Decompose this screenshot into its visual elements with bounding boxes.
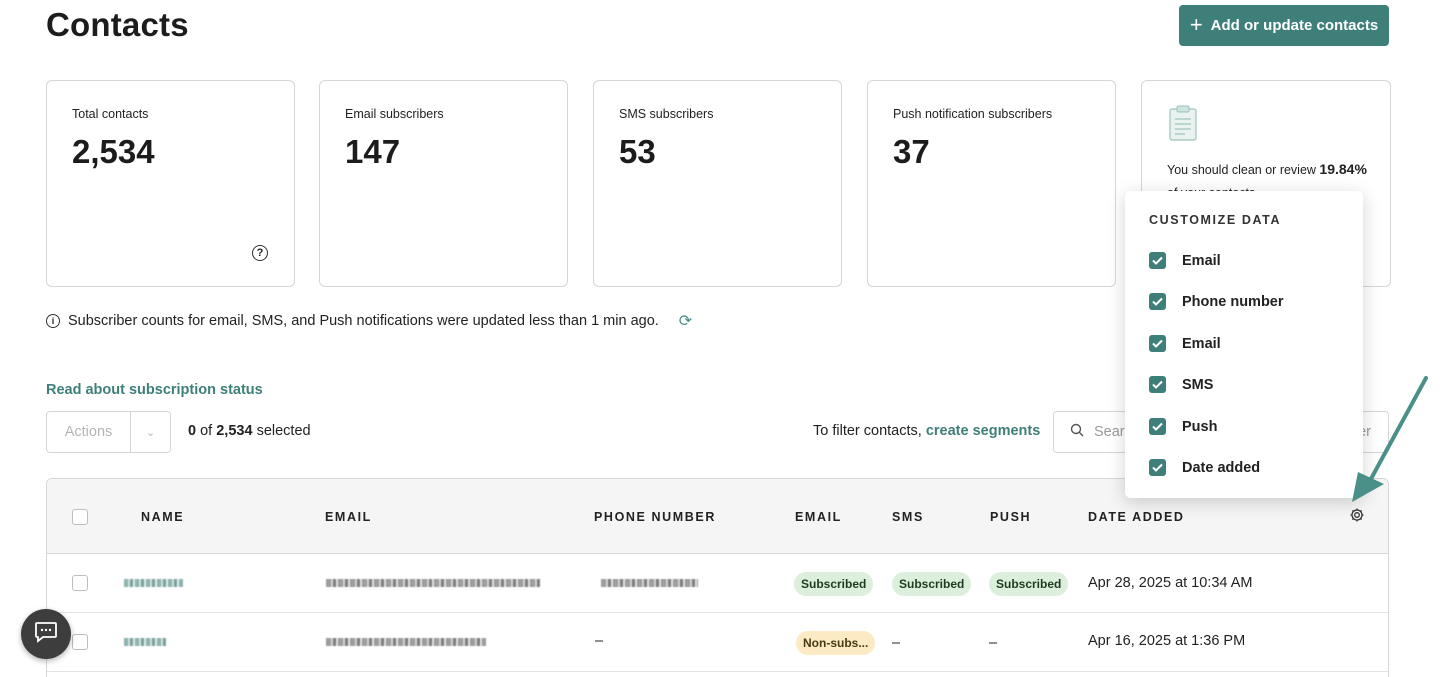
redacted-email [326, 638, 486, 646]
page-title: Contacts [46, 6, 189, 43]
refresh-icon[interactable]: ⟳ [679, 311, 692, 331]
redacted-email [326, 579, 540, 587]
selected-count: 0 of 2,534 selected [188, 423, 311, 439]
stat-label: Email subscribers [345, 107, 444, 121]
redacted-name[interactable] [124, 579, 183, 587]
row-checkbox[interactable] [72, 634, 88, 650]
date-added: Apr 16, 2025 at 1:36 PM [1088, 633, 1246, 649]
column-header-phone[interactable]: PHONE NUMBER [594, 510, 716, 524]
chat-icon[interactable] [34, 621, 58, 648]
popover-title: CUSTOMIZE DATA [1149, 213, 1282, 227]
customize-item-sms[interactable]: SMS [1149, 376, 1213, 393]
date-added: Apr 28, 2025 at 10:34 AM [1088, 575, 1253, 591]
column-header-name[interactable]: NAME [141, 510, 184, 524]
sms-status: – [892, 635, 901, 651]
status-badge: Non-subs... [796, 631, 876, 655]
status-badge: Subscribed [989, 572, 1069, 596]
clean-percent: 19.84% [1319, 161, 1367, 177]
stat-value: 2,534 [72, 133, 155, 170]
customize-item-email[interactable]: Email [1149, 252, 1221, 269]
actions-dropdown[interactable]: Actions ⌄ [46, 411, 171, 453]
stat-card-email-subscribers: Email subscribers 147 [319, 80, 568, 287]
row-checkbox[interactable] [72, 575, 88, 591]
stat-label: SMS subscribers [619, 107, 714, 121]
customize-data-popover: CUSTOMIZE DATA Email Phone number Email … [1125, 191, 1363, 498]
stat-label: Total contacts [72, 107, 149, 121]
chevron-down-icon[interactable]: ⌄ [131, 412, 170, 452]
stat-card-sms-subscribers: SMS subscribers 53 [593, 80, 842, 287]
column-header-sms[interactable]: SMS [892, 510, 924, 524]
stat-card-total-contacts: Total contacts 2,534 ? [46, 80, 295, 287]
select-all-checkbox[interactable] [72, 509, 88, 525]
check-icon[interactable] [1149, 418, 1166, 435]
search-placeholder: Sear [1094, 424, 1125, 440]
stat-value: 147 [345, 133, 401, 170]
redacted-phone [601, 579, 698, 587]
subscriber-info: i Subscriber counts for email, SMS, and … [46, 311, 692, 331]
customize-item-phone-number[interactable]: Phone number [1149, 293, 1284, 310]
filter-hint: To filter contacts, create segments [813, 423, 1041, 439]
stat-label: Push notification subscribers [893, 107, 1053, 121]
read-subscription-status-link[interactable]: Read about subscription status [46, 382, 263, 398]
add-or-update-contacts-button[interactable]: + Add or update contacts [1179, 5, 1389, 46]
column-header-push[interactable]: PUSH [990, 510, 1031, 524]
push-status: – [989, 635, 998, 651]
search-icon [1070, 423, 1084, 441]
column-header-date-added[interactable]: DATE ADDED [1088, 510, 1185, 524]
table-row[interactable]: – Non-subs... – – Apr 16, 2025 at 1:36 P… [47, 613, 1388, 672]
phone-number: – [595, 633, 604, 649]
arrow-annotation [1352, 376, 1428, 502]
column-header-email-status[interactable]: EMAIL [795, 510, 842, 524]
stat-value: 53 [619, 133, 656, 170]
check-icon[interactable] [1149, 335, 1166, 352]
stat-card-push-subscribers: Push notification subscribers 37 [867, 80, 1116, 287]
info-message: Subscriber counts for email, SMS, and Pu… [68, 313, 659, 329]
status-badge: Subscribed [794, 572, 874, 596]
table-row[interactable]: Subscribed Subscribed Subscribed Apr 28,… [47, 554, 1388, 613]
info-icon: i [46, 314, 60, 328]
clipboard-icon [1168, 105, 1198, 146]
status-badge: Subscribed [892, 572, 972, 596]
plus-icon: + [1189, 11, 1203, 37]
check-icon[interactable] [1149, 376, 1166, 393]
stat-value: 37 [893, 133, 930, 170]
create-segments-link[interactable]: create segments [926, 423, 1040, 439]
add-button-label: Add or update contacts [1210, 17, 1379, 34]
check-icon[interactable] [1149, 459, 1166, 476]
gear-icon[interactable] [1349, 507, 1365, 528]
chat-button[interactable] [21, 609, 71, 659]
help-icon[interactable]: ? [252, 245, 268, 261]
redacted-name[interactable] [124, 638, 166, 646]
actions-label[interactable]: Actions [47, 412, 131, 452]
customize-item-push[interactable]: Push [1149, 418, 1217, 435]
customize-item-email-status[interactable]: Email [1149, 335, 1221, 352]
check-icon[interactable] [1149, 293, 1166, 310]
contacts-table: NAME EMAIL PHONE NUMBER EMAIL SMS PUSH D… [46, 478, 1389, 677]
customize-item-date-added[interactable]: Date added [1149, 459, 1260, 476]
check-icon[interactable] [1149, 252, 1166, 269]
column-header-email[interactable]: EMAIL [325, 510, 372, 524]
